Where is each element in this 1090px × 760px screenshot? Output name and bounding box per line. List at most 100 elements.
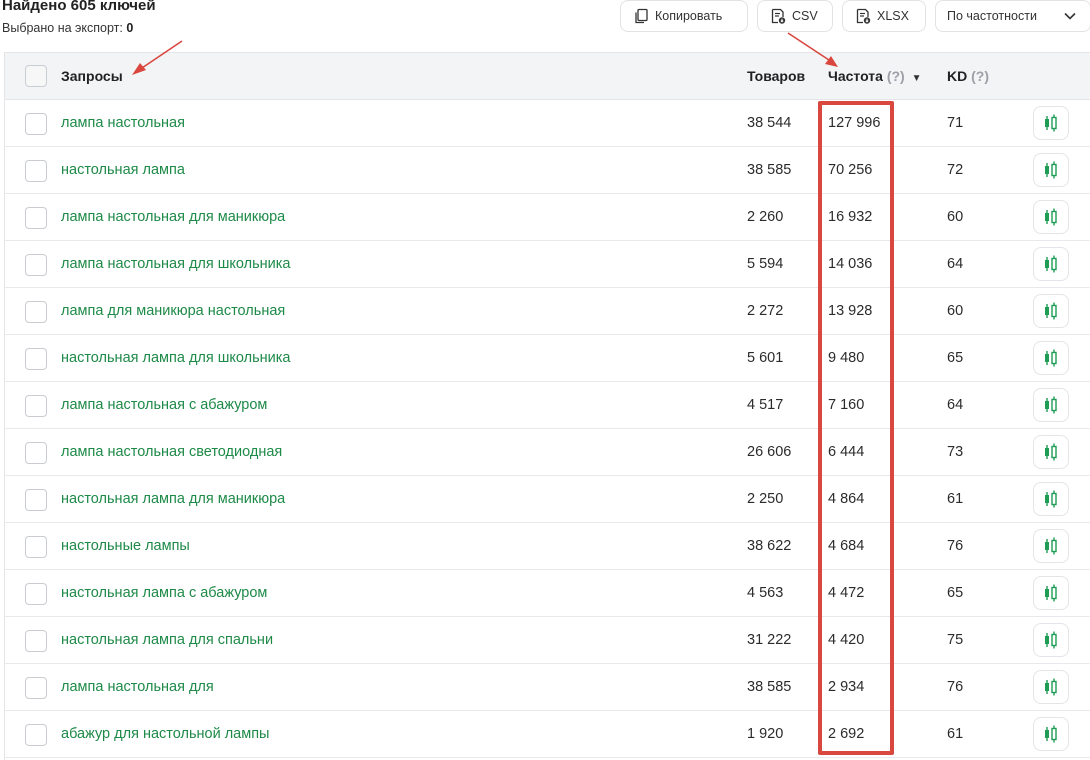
frequency-value: 4 472 — [828, 585, 865, 601]
query-link[interactable]: лампа настольная — [61, 100, 185, 147]
row-chart-button[interactable] — [1033, 200, 1069, 234]
row-chart-button[interactable] — [1033, 482, 1069, 516]
row-checkbox[interactable] — [25, 630, 47, 652]
table-row: лампа настольная 38 544 127 996 71 — [5, 100, 1090, 147]
copy-icon — [635, 8, 648, 24]
kd-help-icon[interactable]: (?) — [971, 68, 989, 84]
frequency-value: 2 934 — [828, 679, 865, 695]
row-chart-button[interactable] — [1033, 623, 1069, 657]
row-checkbox[interactable] — [25, 207, 47, 229]
goods-count: 38 622 — [747, 538, 792, 554]
goods-count: 31 222 — [747, 632, 792, 648]
query-link[interactable]: настольные лампы — [61, 523, 190, 570]
candlestick-chart-icon — [1045, 302, 1057, 320]
csv-button-label: CSV — [792, 9, 818, 23]
row-checkbox[interactable] — [25, 254, 47, 276]
goods-count: 5 594 — [747, 256, 784, 272]
table-row: настольная лампа 38 585 70 256 72 — [5, 147, 1090, 194]
query-link[interactable]: лампа настольная для школьника — [61, 241, 291, 288]
row-chart-button[interactable] — [1033, 435, 1069, 469]
query-link[interactable]: лампа настольная с абажуром — [61, 382, 267, 429]
row-chart-button[interactable] — [1033, 529, 1069, 563]
kd-value: 64 — [947, 256, 964, 272]
candlestick-chart-icon — [1045, 255, 1057, 273]
frequency-help-icon[interactable]: (?) — [887, 68, 905, 84]
query-link[interactable]: лампа настольная для маникюра — [61, 194, 285, 241]
column-header-frequency[interactable]: Частота (?) ▼ — [828, 53, 922, 100]
selected-count: 0 — [126, 21, 134, 35]
csv-export-button[interactable]: CSV — [757, 0, 833, 32]
frequency-value: 16 932 — [828, 209, 873, 225]
query-link[interactable]: настольная лампа для маникюра — [61, 476, 285, 523]
candlestick-chart-icon — [1045, 537, 1057, 555]
query-link[interactable]: настольная лампа с абажуром — [61, 570, 267, 617]
keyword-export-page: Найдено 605 ключей Выбрано на экспорт: 0… — [0, 0, 1090, 760]
table-row: лампа настольная для 38 585 2 934 76 — [5, 664, 1090, 711]
table-row: настольная лампа для спальни 31 222 4 420 7… — [5, 617, 1090, 664]
row-checkbox[interactable] — [25, 348, 47, 370]
sort-dropdown-value: По частотности — [947, 9, 1037, 23]
chevron-down-icon — [1064, 12, 1076, 20]
query-link[interactable]: настольная лампа для спальни — [61, 617, 273, 664]
row-checkbox[interactable] — [25, 677, 47, 699]
row-chart-button[interactable] — [1033, 670, 1069, 704]
query-link[interactable]: лампа для маникюра настольная — [61, 288, 285, 335]
query-link[interactable]: абажур для настольной лампы — [61, 711, 269, 758]
goods-count: 4 563 — [747, 585, 784, 601]
table-row: лампа настольная для школьника 5 594 14 03… — [5, 241, 1090, 288]
query-link[interactable]: настольная лампа — [61, 147, 185, 194]
row-checkbox[interactable] — [25, 489, 47, 511]
row-checkbox[interactable] — [25, 301, 47, 323]
row-checkbox[interactable] — [25, 583, 47, 605]
row-chart-button[interactable] — [1033, 247, 1069, 281]
table-row: лампа настольная светодиодная 26 606 6 444… — [5, 429, 1090, 476]
row-chart-button[interactable] — [1033, 388, 1069, 422]
candlestick-chart-icon — [1045, 490, 1057, 508]
frequency-value: 14 036 — [828, 256, 873, 272]
goods-count: 1 920 — [747, 726, 784, 742]
frequency-value: 2 692 — [828, 726, 865, 742]
query-link[interactable]: настольная лампа для школьника — [61, 335, 291, 382]
kd-value: 72 — [947, 162, 964, 178]
table-row: лампа настольная с абажуром 4 517 7 160 64 — [5, 382, 1090, 429]
column-header-query[interactable]: Запросы — [61, 53, 123, 100]
candlestick-chart-icon — [1045, 678, 1057, 696]
row-chart-button[interactable] — [1033, 294, 1069, 328]
row-chart-button[interactable] — [1033, 341, 1069, 375]
candlestick-chart-icon — [1045, 208, 1057, 226]
kd-value: 76 — [947, 679, 964, 695]
table-row: настольная лампа с абажуром 4 563 4 472 65 — [5, 570, 1090, 617]
row-chart-button[interactable] — [1033, 153, 1069, 187]
sort-dropdown[interactable]: По частотности — [935, 0, 1090, 32]
frequency-value: 4 684 — [828, 538, 865, 554]
row-checkbox[interactable] — [25, 395, 47, 417]
query-link[interactable]: лампа настольная светодиодная — [61, 429, 282, 476]
csv-file-icon — [771, 8, 786, 24]
kd-value: 61 — [947, 491, 964, 507]
row-checkbox[interactable] — [25, 160, 47, 182]
row-checkbox[interactable] — [25, 113, 47, 135]
copy-button[interactable]: Копировать — [620, 0, 748, 32]
goods-count: 2 272 — [747, 303, 784, 319]
column-header-kd[interactable]: KD (?) — [947, 53, 989, 100]
row-checkbox[interactable] — [25, 724, 47, 746]
query-link[interactable]: лампа настольная для — [61, 664, 214, 711]
row-chart-button[interactable] — [1033, 106, 1069, 140]
kd-value: 64 — [947, 397, 964, 413]
keywords-table: Запросы Товаров Частота (?) ▼ KD (?) лам… — [4, 52, 1090, 760]
copy-button-label: Копировать — [655, 9, 723, 23]
frequency-value: 9 480 — [828, 350, 865, 366]
frequency-value: 127 996 — [828, 115, 881, 131]
row-checkbox[interactable] — [25, 536, 47, 558]
selected-label: Выбрано на экспорт: — [2, 21, 123, 35]
column-header-goods[interactable]: Товаров — [747, 53, 805, 100]
row-chart-button[interactable] — [1033, 576, 1069, 610]
select-all-checkbox[interactable] — [25, 65, 47, 87]
kd-value: 75 — [947, 632, 964, 648]
kd-value: 71 — [947, 115, 964, 131]
row-checkbox[interactable] — [25, 442, 47, 464]
row-chart-button[interactable] — [1033, 717, 1069, 751]
xlsx-export-button[interactable]: XLSX — [842, 0, 926, 32]
candlestick-chart-icon — [1045, 396, 1057, 414]
table-row: настольная лампа для маникюра 2 250 4 864 6… — [5, 476, 1090, 523]
